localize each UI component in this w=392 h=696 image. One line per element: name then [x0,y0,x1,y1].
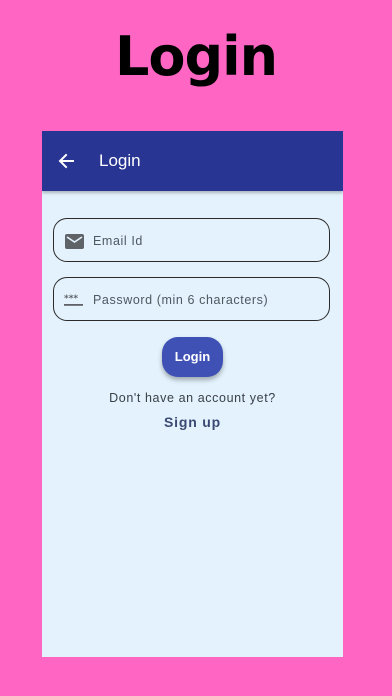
signup-link[interactable]: Sign up [142,411,243,433]
email-field[interactable]: Email Id [53,218,330,262]
back-button[interactable] [54,149,78,173]
arrow-back-icon [58,153,74,169]
hero-title: Login [114,25,278,88]
svg-text:***: *** [64,294,78,304]
email-placeholder: Email Id [93,234,143,248]
phone-screen: Login Email Id *** Password (min 6 chara… [42,131,343,657]
app-bar: Login [42,131,343,191]
password-field[interactable]: *** Password (min 6 characters) [53,277,330,321]
login-button[interactable]: Login [162,337,223,377]
mail-icon [64,231,84,251]
password-icon: *** [64,290,84,310]
app-bar-title: Login [99,151,141,170]
password-placeholder: Password (min 6 characters) [93,293,269,307]
signup-prompt: Don't have an account yet? [109,391,276,405]
